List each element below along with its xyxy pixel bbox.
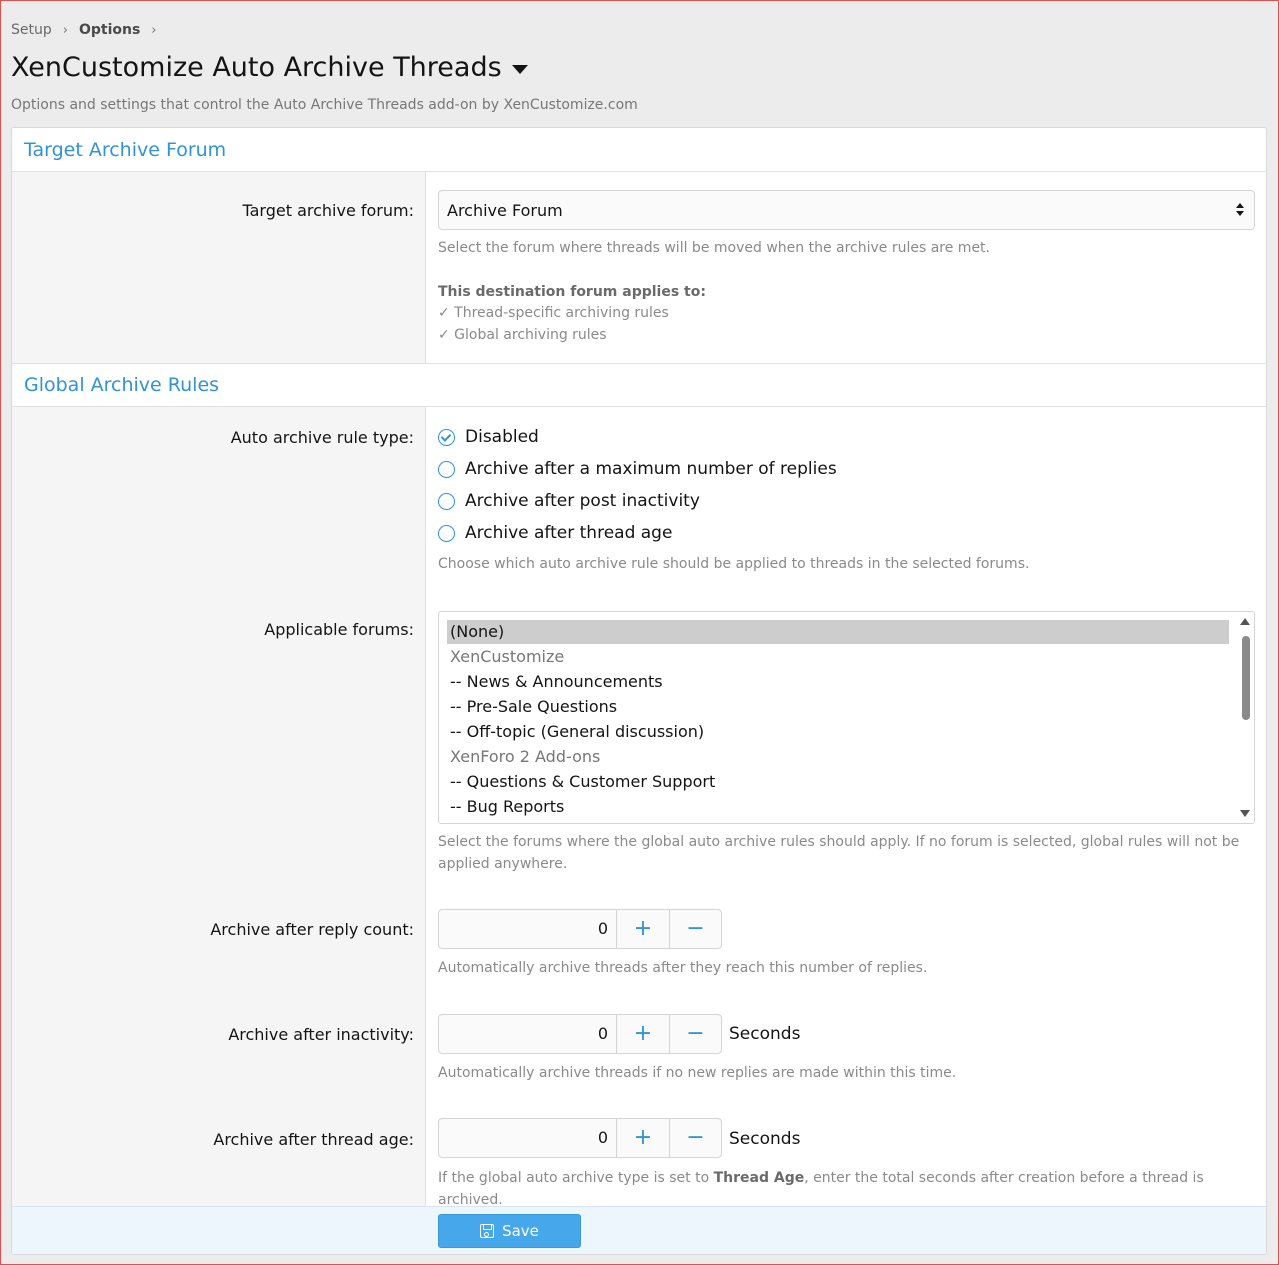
save-icon (480, 1224, 495, 1238)
breadcrumb-setup[interactable]: Setup (11, 22, 52, 38)
inactivity-label: Archive after inactivity: (228, 1025, 414, 1044)
scroll-down-arrow-icon[interactable] (1240, 810, 1250, 817)
radio-max-replies[interactable]: Archive after a maximum number of replie… (438, 459, 837, 479)
breadcrumb: Setup › Options › (11, 22, 168, 38)
radio-label: Archive after thread age (465, 523, 673, 543)
list-item[interactable]: -- News & Announcements (447, 670, 1229, 694)
thread-age-units: Seconds (729, 1129, 801, 1149)
applicable-forums-hint: Select the forums where the global auto … (438, 834, 1240, 850)
page-title[interactable]: XenCustomize Auto Archive Threads (11, 52, 528, 83)
decrement-button[interactable]: − (669, 910, 721, 948)
list-item[interactable]: (None) (447, 620, 1229, 644)
breadcrumb-options[interactable]: Options (79, 22, 140, 38)
applicable-forums-label: Applicable forums: (264, 620, 414, 639)
reply-count-input[interactable]: 0 (439, 910, 617, 948)
radio-unchecked-icon[interactable] (438, 524, 455, 542)
save-button-label: Save (502, 1222, 539, 1240)
decrement-button[interactable]: − (669, 1015, 721, 1053)
thread-age-hint: If the global auto archive type is set t… (438, 1170, 1204, 1208)
radio-checked-icon[interactable] (438, 428, 455, 446)
decrement-button[interactable]: − (669, 1119, 721, 1157)
thread-age-label: Archive after thread age: (213, 1130, 414, 1149)
target-forum-hint: Select the forum where threads will be m… (438, 240, 990, 256)
reply-count-stepper: 0 + − (438, 909, 722, 949)
list-item[interactable]: -- Bug Reports (447, 795, 1229, 819)
inactivity-hint: Automatically archive threads if no new … (438, 1065, 957, 1081)
radio-disabled[interactable]: Disabled (438, 427, 539, 447)
radio-label: Archive after post inactivity (465, 491, 700, 511)
page-title-text: XenCustomize Auto Archive Threads (11, 52, 502, 83)
target-forum-select[interactable]: Archive Forum (438, 190, 1255, 230)
target-forum-value: Archive Forum (447, 200, 563, 220)
inactivity-units: Seconds (729, 1024, 801, 1044)
radio-unchecked-icon[interactable] (438, 492, 455, 510)
thread-age-stepper: 0 + − (438, 1118, 722, 1158)
label-column (12, 407, 426, 1206)
chevron-right-icon: › (151, 22, 157, 38)
applies-item: ✓ Thread-specific archiving rules (438, 305, 669, 321)
radio-label: Archive after a maximum number of replie… (465, 459, 837, 479)
inactivity-stepper: 0 + − (438, 1014, 722, 1054)
increment-button[interactable]: + (617, 1119, 669, 1157)
thread-age-input[interactable]: 0 (439, 1119, 617, 1157)
applicable-forums-listbox[interactable]: (None) XenCustomize -- News & Announceme… (438, 611, 1255, 824)
applies-item: ✓ Global archiving rules (438, 327, 607, 343)
rule-type-label: Auto archive rule type: (230, 428, 414, 447)
select-arrows-icon (1236, 203, 1244, 217)
scroll-thumb[interactable] (1242, 636, 1250, 720)
radio-label: Disabled (465, 427, 539, 447)
increment-button[interactable]: + (617, 1015, 669, 1053)
inactivity-input[interactable]: 0 (439, 1015, 617, 1053)
radio-post-inactivity[interactable]: Archive after post inactivity (438, 491, 700, 511)
reply-count-hint: Automatically archive threads after they… (438, 960, 928, 976)
list-item[interactable]: -- Off-topic (General discussion) (447, 720, 1229, 744)
options-form: Target Archive Forum Target archive foru… (11, 127, 1267, 1255)
radio-unchecked-icon[interactable] (438, 460, 455, 478)
target-forum-label: Target archive forum: (242, 201, 414, 220)
section-heading-global: Global Archive Rules (12, 363, 1266, 407)
rule-type-hint: Choose which auto archive rule should be… (438, 556, 1030, 572)
list-item[interactable]: -- Questions & Customer Support (447, 770, 1229, 794)
list-item[interactable]: -- Pre-Sale Questions (447, 695, 1229, 719)
page-description: Options and settings that control the Au… (11, 97, 638, 113)
applies-heading: This destination forum applies to: (438, 284, 706, 300)
list-item[interactable]: XenCustomize (447, 645, 1229, 669)
form-submit-row: Save (12, 1206, 1266, 1254)
section-heading-target: Target Archive Forum (12, 128, 1266, 172)
save-button[interactable]: Save (438, 1214, 581, 1248)
chevron-right-icon: › (62, 22, 68, 38)
reply-count-label: Archive after reply count: (210, 920, 414, 939)
caret-down-icon[interactable] (511, 65, 528, 74)
listbox-scrollbar[interactable] (1236, 612, 1254, 823)
list-item[interactable]: XenForo 2 Add-ons (447, 745, 1229, 769)
scroll-up-arrow-icon[interactable] (1240, 618, 1250, 625)
radio-thread-age[interactable]: Archive after thread age (438, 523, 672, 543)
applicable-forums-hint: applied anywhere. (438, 856, 568, 872)
increment-button[interactable]: + (617, 910, 669, 948)
